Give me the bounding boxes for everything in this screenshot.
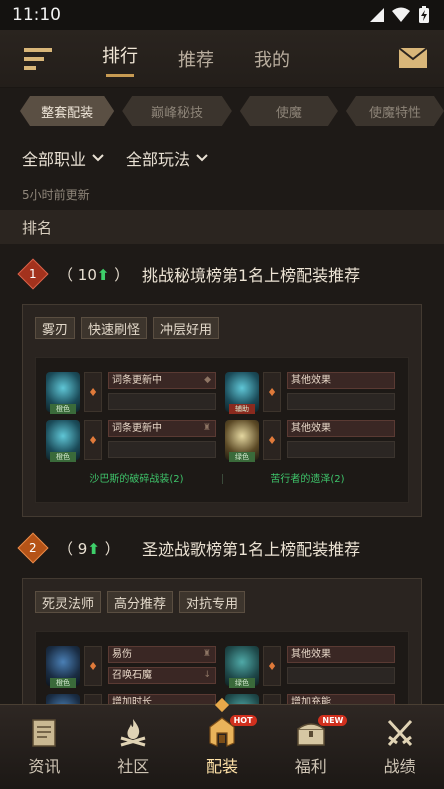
clock: 11:10 <box>12 5 61 25</box>
tab-mine[interactable]: 我的 <box>254 46 290 72</box>
rank-change: （ 9⬆ ） <box>58 539 120 558</box>
tag-list: 死灵法师 高分推荐 对抗专用 <box>35 591 246 613</box>
chevron-down-icon <box>196 154 208 162</box>
entry-title-row[interactable]: 1 （ 10⬆ ） 挑战秘境榜第1名上榜配装推荐 <box>17 258 361 290</box>
tag: 快速刷怪 <box>81 317 148 339</box>
affix-slot <box>287 667 395 684</box>
update-time: 5小时前更新 <box>22 188 90 202</box>
affix-slot: 其他效果 <box>287 420 395 437</box>
campfire-icon <box>120 719 146 747</box>
mail-icon[interactable] <box>398 47 428 69</box>
gear-row: 橙色 ♦ 词条更新中 ♜ <box>46 420 216 462</box>
bottom-tab-label: 社区 <box>117 757 150 776</box>
gear-panel: 橙色 ♦ 词条更新中 ◆ 辅助 ♦ 其他效果 橙色 ♦ 词条更新中 ♜ 绿色 ♦… <box>35 357 409 503</box>
build-card[interactable]: 雾刃 快速刷怪 冲层好用 橙色 ♦ 词条更新中 ◆ 辅助 ♦ 其他效果 橙色 ♦ … <box>22 304 422 517</box>
tag: 冲层好用 <box>153 317 220 339</box>
mode-filter[interactable]: 全部玩法 <box>126 146 208 170</box>
new-badge: NEW <box>318 715 348 726</box>
tag-list: 雾刃 快速刷怪 冲层好用 <box>35 317 220 339</box>
bottom-tab-label: 福利 <box>294 757 327 776</box>
affix-slot: 词条更新中 ◆ <box>108 372 216 389</box>
skill-gem-icon: 橙色 <box>46 372 80 414</box>
status-icons <box>368 6 430 24</box>
up-arrow-icon: ⬆ <box>96 265 110 284</box>
top-tabs: 排行 推荐 我的 <box>102 30 290 88</box>
tag: 高分推荐 <box>107 591 174 613</box>
affix-slot <box>287 441 395 458</box>
bottom-tab-news[interactable]: 资讯 <box>0 705 89 789</box>
gear-row: 橙色 ♦ 易伤 ♜ 召唤石魔 ↓ <box>46 646 216 688</box>
tag: 对抗专用 <box>179 591 246 613</box>
rune-icon: ♦ <box>84 420 102 460</box>
affix-slot: 召唤石魔 ↓ <box>108 667 216 684</box>
battery-icon <box>419 6 429 23</box>
bottom-tab-builds[interactable]: HOT 配装 <box>178 705 267 789</box>
bottom-tab-rewards[interactable]: NEW 福利 <box>266 705 355 789</box>
skill-gem-icon: 绿色 <box>225 646 259 688</box>
affix-slot: 其他效果 <box>287 372 395 389</box>
subtab-familiar[interactable]: 使魔 <box>240 96 338 126</box>
signal-icon <box>370 8 384 22</box>
set-bonus: 苦行者的遗泽(2) <box>270 474 345 485</box>
section-header: 排名 <box>0 210 444 244</box>
entry-title-row[interactable]: 2 （ 9⬆ ） 圣迹战歌榜第1名上榜配装推荐 <box>17 532 361 564</box>
tag: 死灵法师 <box>35 591 102 613</box>
set-bonus: 沙巴斯的破碎战装(2) <box>89 474 184 485</box>
bottom-nav: 资讯 社区 HOT 配装 NEW 福利 战绩 <box>0 704 444 789</box>
affix-slot <box>287 393 395 410</box>
rank-badge: 2 <box>17 532 49 564</box>
rank-badge: 1 <box>17 258 49 290</box>
top-nav: 排行 推荐 我的 <box>0 30 444 88</box>
bottom-tab-community[interactable]: 社区 <box>89 705 178 789</box>
entry-title: 挑战秘境榜第1名上榜配装推荐 <box>142 266 361 285</box>
affix-slot: 词条更新中 ♜ <box>108 420 216 437</box>
menu-icon[interactable] <box>22 44 56 74</box>
subtab-familiar-traits[interactable]: 使魔特性 <box>346 96 444 126</box>
bottom-tab-label: 资讯 <box>28 757 61 776</box>
mode-filter-label: 全部玩法 <box>126 150 191 169</box>
affix-slot: 其他效果 <box>287 646 395 663</box>
skill-gem-icon: 绿色 <box>225 420 259 462</box>
status-bar: 11:10 <box>0 0 444 30</box>
rune-icon: ♦ <box>263 646 281 686</box>
tab-ranking[interactable]: 排行 <box>102 42 138 77</box>
bottom-tab-records[interactable]: 战绩 <box>355 705 444 789</box>
class-filter[interactable]: 全部职业 <box>22 146 104 170</box>
affix-slot <box>108 393 216 410</box>
skill-gem-icon: 橙色 <box>46 420 80 462</box>
rune-icon: ♦ <box>84 646 102 686</box>
affix-slot <box>108 441 216 458</box>
scroll-icon <box>32 719 57 747</box>
affix-slot: 易伤 ♜ <box>108 646 216 663</box>
rune-icon: ♦ <box>263 420 281 460</box>
rank-change: （ 10⬆ ） <box>58 265 130 284</box>
gear-row: 绿色 ♦ 其他效果 <box>225 420 395 462</box>
bottom-tab-label: 战绩 <box>383 757 416 776</box>
bottom-tab-label: 配装 <box>205 757 238 776</box>
class-filter-label: 全部职业 <box>22 150 87 169</box>
tag: 雾刃 <box>35 317 76 339</box>
gear-row: 辅助 ♦ 其他效果 <box>225 372 395 414</box>
wifi-icon <box>392 7 410 22</box>
chevron-down-icon <box>92 154 104 162</box>
skill-gem-icon: 橙色 <box>46 646 80 688</box>
gear-row: 绿色 ♦ 其他效果 <box>225 646 395 688</box>
sub-tabs: 整套配装 巅峰秘技 使魔 使魔特性 <box>0 92 444 130</box>
tab-recommend[interactable]: 推荐 <box>178 46 214 72</box>
rune-icon: ♦ <box>263 372 281 412</box>
gear-row: 橙色 ♦ 词条更新中 ◆ <box>46 372 216 414</box>
crossed-swords-icon <box>387 719 412 747</box>
hot-badge: HOT <box>229 715 257 726</box>
skill-gem-icon: 辅助 <box>225 372 259 414</box>
up-arrow-icon: ⬆ <box>87 539 100 558</box>
rune-icon: ♦ <box>84 372 102 412</box>
filters: 全部职业 全部玩法 <box>22 146 208 170</box>
subtab-peak-skills[interactable]: 巅峰秘技 <box>122 96 232 126</box>
set-bonus-line: 沙巴斯的破碎战装(2) 苦行者的遗泽(2) <box>36 470 408 485</box>
subtab-full-build[interactable]: 整套配装 <box>20 96 114 126</box>
entry-title: 圣迹战歌榜第1名上榜配装推荐 <box>142 540 361 559</box>
